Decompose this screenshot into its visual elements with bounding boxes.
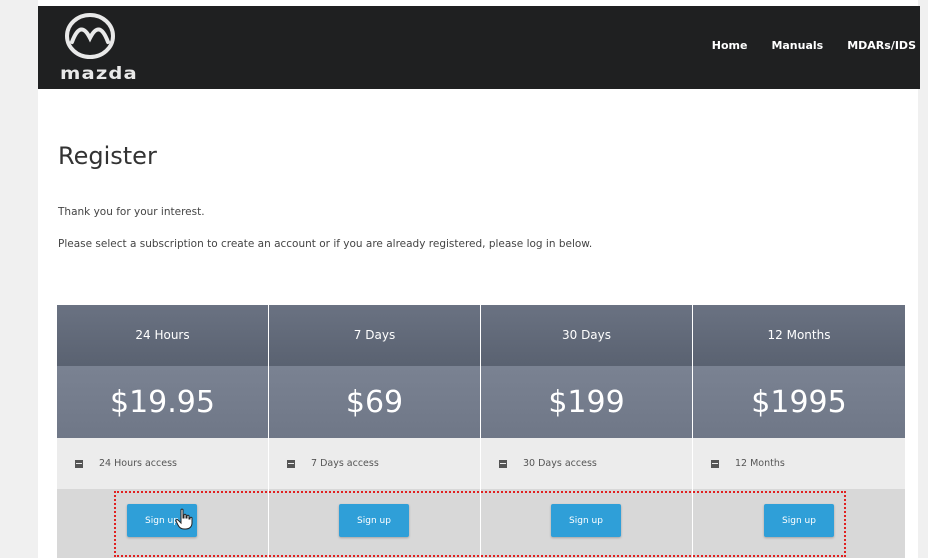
plan-feature: 24 Hours access xyxy=(57,438,268,489)
plan-24-hours: 24 Hours $19.95 24 Hours access Sign up xyxy=(57,305,269,558)
plan-footer: Sign up xyxy=(269,489,480,558)
plan-price: $19.95 xyxy=(57,365,268,438)
plan-footer: Sign up xyxy=(481,489,692,558)
plan-price: $199 xyxy=(481,365,692,438)
plan-feature-text: 7 Days access xyxy=(311,458,379,469)
logo-wordmark: mazda xyxy=(60,64,138,84)
page: mazda Home Manuals MDARs/IDS Register Th… xyxy=(0,0,928,558)
hand-pointer-icon xyxy=(175,508,193,530)
plan-footer: Sign up xyxy=(57,489,268,558)
plan-name: 30 Days xyxy=(481,305,692,365)
plan-name: 7 Days xyxy=(269,305,480,365)
calendar-icon xyxy=(75,459,83,468)
plan-footer: Sign up xyxy=(693,489,905,558)
plan-name: 24 Hours xyxy=(57,305,268,365)
instructions-text: Please select a subscription to create a… xyxy=(58,238,593,250)
plan-30-days: 30 Days $199 30 Days access Sign up xyxy=(481,305,693,558)
mazda-logo[interactable]: mazda xyxy=(60,12,137,86)
nav-mdars-ids[interactable]: MDARs/IDS xyxy=(847,39,916,52)
plan-feature: 30 Days access xyxy=(481,438,692,489)
signup-button-30-days[interactable]: Sign up xyxy=(551,504,621,537)
plan-price: $69 xyxy=(269,365,480,438)
calendar-icon xyxy=(711,459,719,468)
page-title: Register xyxy=(58,142,157,170)
plan-7-days: 7 Days $69 7 Days access Sign up xyxy=(269,305,481,558)
plan-12-months: 12 Months $1995 12 Months Sign up xyxy=(693,305,905,558)
plan-feature-text: 30 Days access xyxy=(523,458,597,469)
signup-button-12-months[interactable]: Sign up xyxy=(764,504,834,537)
plan-name: 12 Months xyxy=(693,305,905,365)
nav-manuals[interactable]: Manuals xyxy=(771,39,823,52)
top-navbar: mazda Home Manuals MDARs/IDS xyxy=(38,6,920,89)
main-nav: Home Manuals MDARs/IDS xyxy=(712,39,916,52)
signup-button-7-days[interactable]: Sign up xyxy=(339,504,409,537)
calendar-icon xyxy=(499,459,507,468)
plan-price: $1995 xyxy=(693,365,905,438)
plan-feature: 7 Days access xyxy=(269,438,480,489)
plan-feature-text: 12 Months xyxy=(735,458,785,469)
plan-feature-text: 24 Hours access xyxy=(99,458,177,469)
nav-home[interactable]: Home xyxy=(712,39,748,52)
calendar-icon xyxy=(287,459,295,468)
plan-feature: 12 Months xyxy=(693,438,905,489)
intro-text: Thank you for your interest. xyxy=(58,206,205,218)
mazda-logo-icon xyxy=(65,13,115,59)
